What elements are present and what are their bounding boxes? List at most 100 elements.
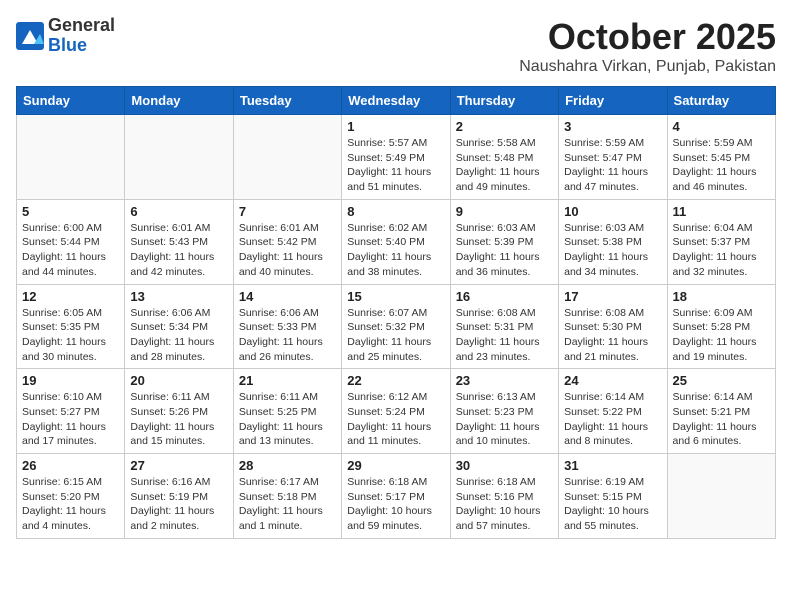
day-number: 21	[239, 373, 336, 388]
calendar-cell: 31 Sunrise: 6:19 AM Sunset: 5:15 PM Dayli…	[559, 454, 667, 539]
day-number: 16	[456, 289, 553, 304]
cell-info: Sunrise: 6:08 AM Sunset: 5:31 PM Dayligh…	[456, 306, 553, 365]
day-number: 29	[347, 458, 444, 473]
day-number: 23	[456, 373, 553, 388]
calendar-cell: 3 Sunrise: 5:59 AM Sunset: 5:47 PM Daylig…	[559, 115, 667, 200]
cell-info: Sunrise: 6:18 AM Sunset: 5:17 PM Dayligh…	[347, 475, 444, 534]
cell-info: Sunrise: 6:01 AM Sunset: 5:42 PM Dayligh…	[239, 221, 336, 280]
day-number: 24	[564, 373, 661, 388]
day-number: 1	[347, 119, 444, 134]
cell-info: Sunrise: 6:02 AM Sunset: 5:40 PM Dayligh…	[347, 221, 444, 280]
day-number: 28	[239, 458, 336, 473]
calendar-cell: 27Sunrise: 6:16 AM Sunset: 5:19 PM Dayli…	[125, 454, 233, 539]
day-number: 17	[564, 289, 661, 304]
cell-info: Sunrise: 5:59 AM Sunset: 5:45 PM Dayligh…	[673, 136, 770, 195]
calendar-week-row: 5 Sunrise: 6:00 AM Sunset: 5:44 PM Daylig…	[17, 199, 776, 284]
cell-info: Sunrise: 5:59 AM Sunset: 5:47 PM Dayligh…	[564, 136, 661, 195]
month-title: October 2025	[519, 16, 776, 58]
day-number: 10	[564, 204, 661, 219]
cell-info: Sunrise: 6:17 AM Sunset: 5:18 PM Dayligh…	[239, 475, 336, 534]
calendar-cell: 19 Sunrise: 6:10 AM Sunset: 5:27 PM Dayli…	[17, 369, 125, 454]
cell-info: Sunrise: 6:00 AM Sunset: 5:44 PM Dayligh…	[22, 221, 119, 280]
cell-info: Sunrise: 6:11 AM Sunset: 5:26 PM Dayligh…	[130, 390, 227, 449]
calendar-cell: 2 Sunrise: 5:58 AM Sunset: 5:48 PM Daylig…	[450, 115, 558, 200]
cell-info: Sunrise: 6:08 AM Sunset: 5:30 PM Dayligh…	[564, 306, 661, 365]
day-number: 15	[347, 289, 444, 304]
cell-info: Sunrise: 6:19 AM Sunset: 5:15 PM Dayligh…	[564, 475, 661, 534]
weekday-header-friday: Friday	[559, 87, 667, 115]
day-number: 14	[239, 289, 336, 304]
day-number: 8	[347, 204, 444, 219]
cell-info: Sunrise: 6:11 AM Sunset: 5:25 PM Dayligh…	[239, 390, 336, 449]
calendar-cell: 10 Sunrise: 6:03 AM Sunset: 5:38 PM Dayli…	[559, 199, 667, 284]
day-number: 30	[456, 458, 553, 473]
day-number: 5	[22, 204, 119, 219]
day-number: 31	[564, 458, 661, 473]
day-number: 6	[130, 204, 227, 219]
logo-blue: Blue	[48, 36, 115, 56]
calendar-cell: 28 Sunrise: 6:17 AM Sunset: 5:18 PM Dayli…	[233, 454, 341, 539]
cell-info: Sunrise: 6:05 AM Sunset: 5:35 PM Dayligh…	[22, 306, 119, 365]
cell-info: Sunrise: 6:06 AM Sunset: 5:34 PM Dayligh…	[130, 306, 227, 365]
calendar-cell: 17 Sunrise: 6:08 AM Sunset: 5:30 PM Dayli…	[559, 284, 667, 369]
day-number: 27	[130, 458, 227, 473]
cell-info: Sunrise: 6:03 AM Sunset: 5:38 PM Dayligh…	[564, 221, 661, 280]
cell-info: Sunrise: 6:06 AM Sunset: 5:33 PM Dayligh…	[239, 306, 336, 365]
calendar-cell: 4 Sunrise: 5:59 AM Sunset: 5:45 PM Daylig…	[667, 115, 775, 200]
day-number: 20	[130, 373, 227, 388]
cell-info: Sunrise: 6:18 AM Sunset: 5:16 PM Dayligh…	[456, 475, 553, 534]
day-number: 4	[673, 119, 770, 134]
cell-info: Sunrise: 6:09 AM Sunset: 5:28 PM Dayligh…	[673, 306, 770, 365]
calendar-cell: 1 Sunrise: 5:57 AM Sunset: 5:49 PM Daylig…	[342, 115, 450, 200]
calendar-cell: 14 Sunrise: 6:06 AM Sunset: 5:33 PM Dayli…	[233, 284, 341, 369]
calendar-cell	[125, 115, 233, 200]
day-number: 25	[673, 373, 770, 388]
cell-info: Sunrise: 6:01 AM Sunset: 5:43 PM Dayligh…	[130, 221, 227, 280]
day-number: 26	[22, 458, 119, 473]
calendar-cell: 21 Sunrise: 6:11 AM Sunset: 5:25 PM Dayli…	[233, 369, 341, 454]
calendar-cell	[667, 454, 775, 539]
calendar-cell: 11 Sunrise: 6:04 AM Sunset: 5:37 PM Dayli…	[667, 199, 775, 284]
day-number: 11	[673, 204, 770, 219]
calendar-week-row: 19 Sunrise: 6:10 AM Sunset: 5:27 PM Dayli…	[17, 369, 776, 454]
calendar-cell: 22Sunrise: 6:12 AM Sunset: 5:24 PM Dayli…	[342, 369, 450, 454]
calendar-cell: 13Sunrise: 6:06 AM Sunset: 5:34 PM Dayli…	[125, 284, 233, 369]
calendar-cell	[233, 115, 341, 200]
calendar-header-row: SundayMondayTuesdayWednesdayThursdayFrid…	[17, 87, 776, 115]
logo-general: General	[48, 16, 115, 36]
calendar-cell: 12 Sunrise: 6:05 AM Sunset: 5:35 PM Dayli…	[17, 284, 125, 369]
location-subtitle: Naushahra Virkan, Punjab, Pakistan	[519, 58, 776, 76]
calendar-cell: 7 Sunrise: 6:01 AM Sunset: 5:42 PM Daylig…	[233, 199, 341, 284]
day-number: 2	[456, 119, 553, 134]
day-number: 3	[564, 119, 661, 134]
day-number: 19	[22, 373, 119, 388]
title-block: October 2025 Naushahra Virkan, Punjab, P…	[519, 16, 776, 76]
calendar-cell: 6 Sunrise: 6:01 AM Sunset: 5:43 PM Daylig…	[125, 199, 233, 284]
calendar-cell: 16 Sunrise: 6:08 AM Sunset: 5:31 PM Dayli…	[450, 284, 558, 369]
day-number: 9	[456, 204, 553, 219]
cell-info: Sunrise: 6:15 AM Sunset: 5:20 PM Dayligh…	[22, 475, 119, 534]
calendar-cell	[17, 115, 125, 200]
cell-info: Sunrise: 5:57 AM Sunset: 5:49 PM Dayligh…	[347, 136, 444, 195]
calendar-cell: 20 Sunrise: 6:11 AM Sunset: 5:26 PM Dayli…	[125, 369, 233, 454]
calendar-cell: 18Sunrise: 6:09 AM Sunset: 5:28 PM Dayli…	[667, 284, 775, 369]
calendar-cell: 8 Sunrise: 6:02 AM Sunset: 5:40 PM Daylig…	[342, 199, 450, 284]
cell-info: Sunrise: 6:12 AM Sunset: 5:24 PM Dayligh…	[347, 390, 444, 449]
calendar-week-row: 12 Sunrise: 6:05 AM Sunset: 5:35 PM Dayli…	[17, 284, 776, 369]
day-number: 12	[22, 289, 119, 304]
weekday-header-wednesday: Wednesday	[342, 87, 450, 115]
cell-info: Sunrise: 6:03 AM Sunset: 5:39 PM Dayligh…	[456, 221, 553, 280]
page-header: General Blue October 2025 Naushahra Virk…	[16, 16, 776, 76]
cell-info: Sunrise: 6:04 AM Sunset: 5:37 PM Dayligh…	[673, 221, 770, 280]
calendar-cell: 23Sunrise: 6:13 AM Sunset: 5:23 PM Dayli…	[450, 369, 558, 454]
calendar-cell: 5 Sunrise: 6:00 AM Sunset: 5:44 PM Daylig…	[17, 199, 125, 284]
cell-info: Sunrise: 6:10 AM Sunset: 5:27 PM Dayligh…	[22, 390, 119, 449]
calendar-week-row: 26 Sunrise: 6:15 AM Sunset: 5:20 PM Dayli…	[17, 454, 776, 539]
weekday-header-monday: Monday	[125, 87, 233, 115]
cell-info: Sunrise: 6:14 AM Sunset: 5:22 PM Dayligh…	[564, 390, 661, 449]
cell-info: Sunrise: 5:58 AM Sunset: 5:48 PM Dayligh…	[456, 136, 553, 195]
cell-info: Sunrise: 6:07 AM Sunset: 5:32 PM Dayligh…	[347, 306, 444, 365]
weekday-header-thursday: Thursday	[450, 87, 558, 115]
day-number: 7	[239, 204, 336, 219]
calendar-cell: 25Sunrise: 6:14 AM Sunset: 5:21 PM Dayli…	[667, 369, 775, 454]
